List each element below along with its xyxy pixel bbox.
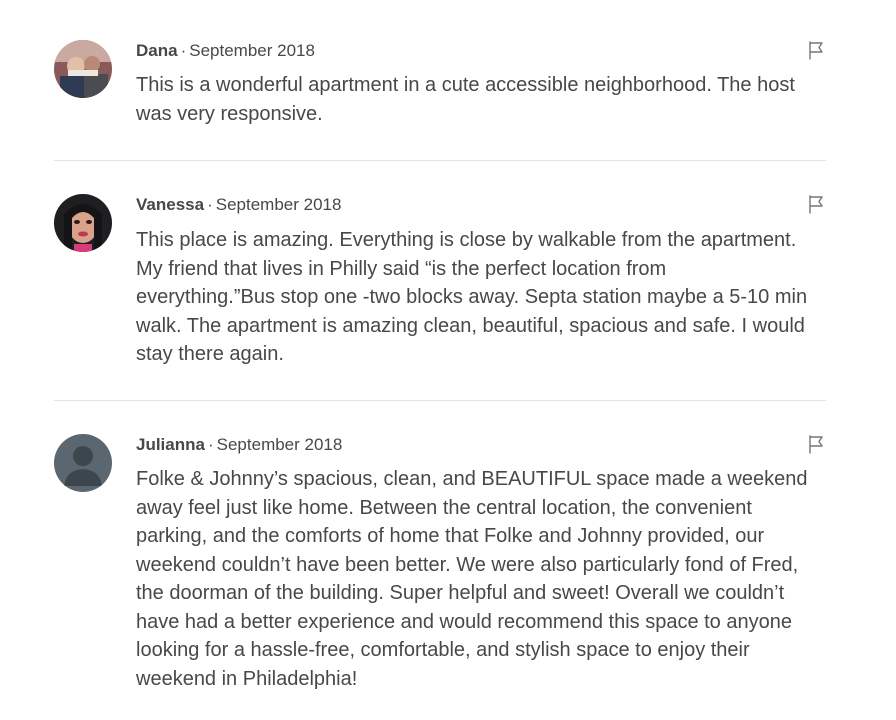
avatar[interactable] [54, 434, 112, 492]
review-author[interactable]: Dana [136, 41, 178, 60]
meta-separator: · [180, 41, 187, 60]
review-date: September 2018 [215, 195, 342, 214]
report-button[interactable] [806, 40, 826, 60]
report-button[interactable] [806, 194, 826, 214]
review-text: This place is amazing. Everything is clo… [136, 229, 808, 365]
review-text: Folke & Johnny’s spacious, clean, and BE… [136, 468, 808, 690]
review-author[interactable]: Vanessa [136, 195, 204, 214]
flag-icon [809, 195, 823, 214]
default-user-icon [54, 434, 112, 492]
avatar-photo [54, 194, 112, 252]
meta-separator: · [207, 435, 214, 454]
divider [54, 160, 826, 161]
flag-icon [809, 435, 823, 454]
reviews-list: Dana · September 2018 This is a wonderful … [0, 0, 896, 720]
report-button[interactable] [806, 434, 826, 454]
avatar[interactable] [54, 40, 112, 98]
avatar-photo [54, 40, 112, 98]
meta-separator: · [207, 195, 213, 214]
divider [54, 400, 826, 401]
review-text: This is a wonderful apartment in a cute … [136, 74, 795, 125]
flag-icon [809, 41, 823, 60]
review-date: September 2018 [189, 41, 315, 60]
review-meta: Dana · September 2018 [136, 40, 315, 62]
review-meta: Julianna · September 2018 [136, 434, 342, 456]
avatar[interactable] [54, 194, 112, 252]
review-author[interactable]: Julianna [136, 435, 205, 454]
review-meta: Vanessa · September 2018 [136, 194, 341, 216]
review-date: September 2018 [216, 435, 343, 454]
